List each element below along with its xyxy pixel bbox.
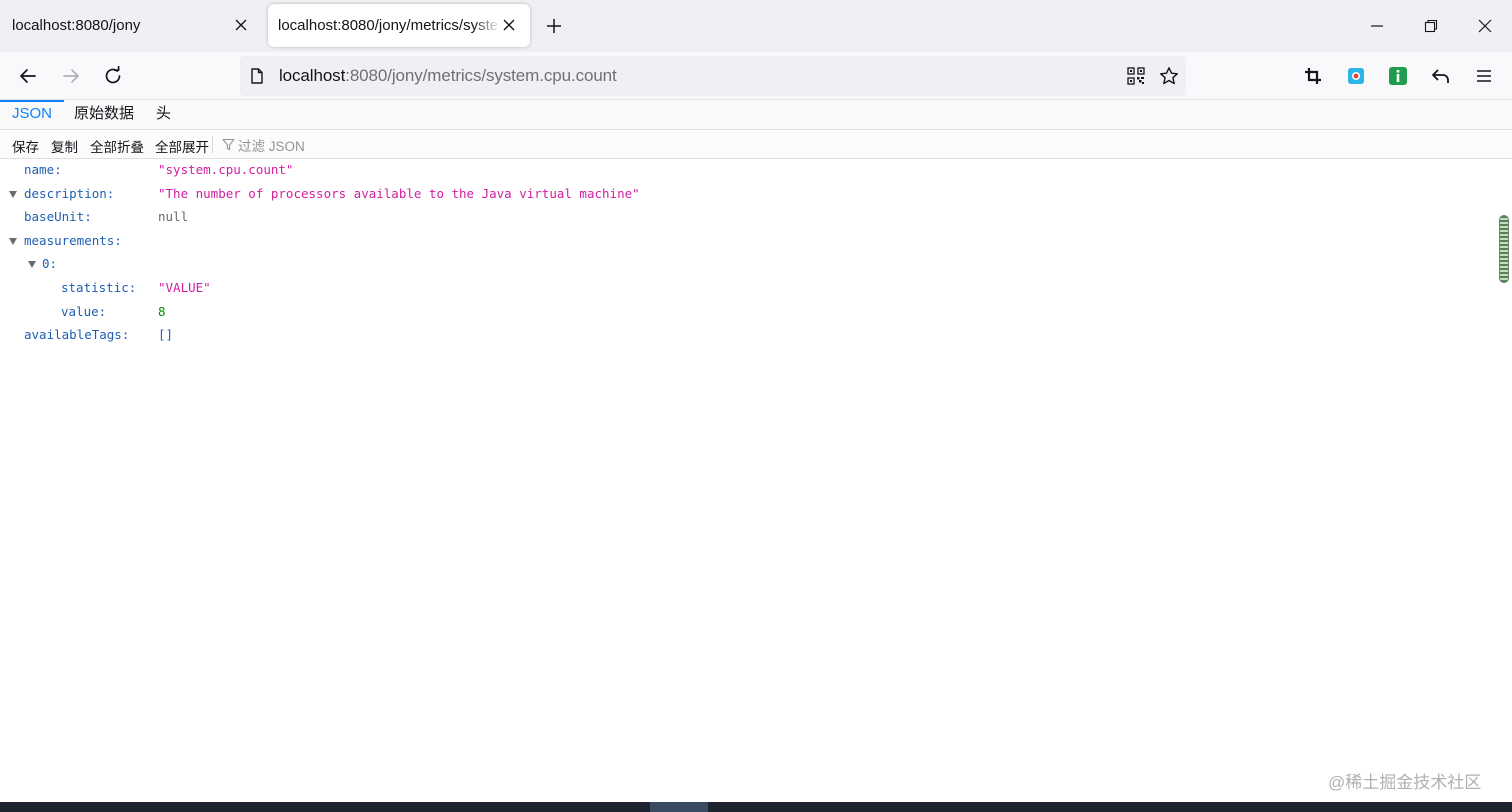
back-arrow-icon[interactable]: [14, 62, 42, 90]
json-value: []: [158, 327, 174, 343]
extension-icon[interactable]: [1346, 66, 1366, 86]
json-value: 8: [158, 303, 166, 319]
save-button[interactable]: 保存: [12, 136, 39, 156]
url-text[interactable]: localhost:8080/jony/metrics/system.cpu.c…: [279, 66, 617, 86]
url-path: :8080/jony/metrics/system.cpu.count: [345, 66, 617, 85]
reload-icon[interactable]: [99, 62, 127, 90]
scrollbar-thumb[interactable]: [1499, 215, 1509, 283]
json-toolbar: 保存 复制 全部折叠 全部展开 过滤 JSON: [0, 130, 1512, 159]
close-icon[interactable]: [232, 16, 250, 34]
json-value: "system.cpu.count": [158, 162, 294, 177]
qr-code-icon[interactable]: [1126, 66, 1146, 86]
json-row[interactable]: value: 8: [0, 301, 1500, 323]
tab-title: localhost:8080/jony: [12, 17, 141, 34]
taskbar-clock[interactable]: [1362, 802, 1434, 812]
filter-json-input[interactable]: 过滤 JSON: [222, 135, 305, 154]
json-value: null: [158, 209, 189, 225]
expand-toggle-icon[interactable]: [28, 261, 36, 269]
address-bar[interactable]: localhost:8080/jony/metrics/system.cpu.c…: [240, 56, 1186, 96]
filter-icon: [222, 138, 235, 151]
expand-toggle-icon[interactable]: [9, 237, 17, 245]
json-key: name:: [24, 162, 62, 177]
json-key: availableTags:: [24, 327, 130, 343]
taskbar-item[interactable]: [650, 802, 708, 812]
hamburger-menu-icon[interactable]: [1474, 66, 1494, 86]
minimize-icon[interactable]: [1361, 10, 1393, 42]
json-row[interactable]: name: "system.cpu.count": [0, 159, 1500, 181]
extension-icon[interactable]: [1388, 66, 1408, 86]
json-key: value:: [61, 303, 107, 319]
tab-system-cpu-count[interactable]: localhost:8080/jony/metrics/system.cpu.c…: [268, 4, 530, 47]
json-value: "The number of processors available to t…: [158, 185, 640, 201]
forward-arrow-icon[interactable]: [57, 62, 85, 90]
expand-all-button[interactable]: 全部展开: [155, 136, 209, 156]
crop-icon[interactable]: [1303, 66, 1323, 86]
json-key: baseUnit:: [24, 209, 92, 225]
tab-raw-data[interactable]: 原始数据: [62, 100, 146, 130]
json-row[interactable]: availableTags: []: [0, 324, 1500, 346]
json-key: description:: [24, 185, 115, 201]
json-row[interactable]: description: "The number of processors a…: [0, 183, 1500, 205]
navigation-bar: localhost:8080/jony/metrics/system.cpu.c…: [0, 52, 1512, 100]
json-row[interactable]: statistic: "VALUE": [0, 277, 1500, 299]
expand-toggle-icon[interactable]: [9, 190, 17, 198]
json-key: 0:: [42, 256, 58, 272]
json-key: measurements:: [24, 232, 122, 248]
url-host: localhost: [279, 66, 346, 85]
undo-icon[interactable]: [1431, 66, 1451, 86]
viewer-tabs: JSON 原始数据 头: [0, 100, 1512, 130]
json-row[interactable]: 0:: [0, 253, 1500, 275]
json-value: "VALUE": [158, 280, 211, 295]
toolbar-divider: [212, 136, 213, 153]
json-row[interactable]: measurements:: [0, 230, 1500, 252]
star-icon[interactable]: [1159, 66, 1179, 86]
tab-title: localhost:8080/jony/metrics/system.cpu.c…: [278, 17, 500, 34]
tab-strip: localhost:8080/jony localhost:8080/jony/…: [0, 0, 1512, 52]
plus-icon[interactable]: [543, 15, 565, 37]
close-icon[interactable]: [500, 16, 518, 34]
watermark: @稀土掘金技术社区: [1328, 773, 1482, 792]
tab-jony[interactable]: localhost:8080/jony: [0, 4, 262, 47]
json-row[interactable]: baseUnit: null: [0, 206, 1500, 228]
json-key: statistic:: [61, 280, 137, 295]
taskbar: [0, 802, 1512, 812]
restore-icon[interactable]: [1415, 10, 1447, 42]
close-icon[interactable]: [1469, 10, 1501, 42]
filter-placeholder: 过滤 JSON: [238, 138, 305, 154]
page-icon: [248, 67, 266, 85]
copy-button[interactable]: 复制: [51, 136, 78, 156]
tab-json[interactable]: JSON: [0, 100, 65, 130]
collapse-all-button[interactable]: 全部折叠: [90, 136, 144, 156]
tab-headers[interactable]: 头: [144, 100, 183, 130]
